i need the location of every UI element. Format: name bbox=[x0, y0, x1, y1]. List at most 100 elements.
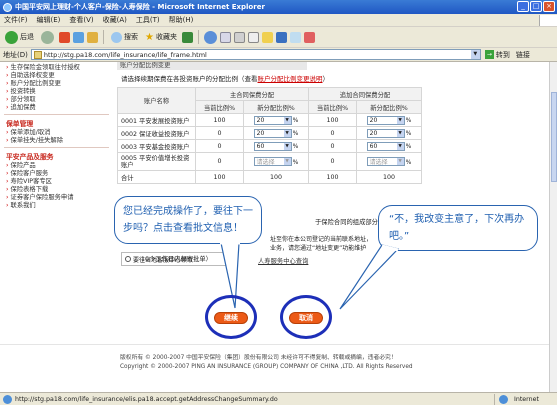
stop-icon[interactable] bbox=[59, 31, 70, 43]
main-current-ratio: 100 bbox=[195, 113, 244, 127]
intro-close: ） bbox=[322, 75, 330, 83]
sidebar-item[interactable]: 保单添加/取消 bbox=[0, 129, 113, 137]
mail-icon[interactable] bbox=[219, 31, 231, 43]
sidebar-divider bbox=[4, 114, 109, 115]
print-icon[interactable] bbox=[233, 31, 245, 43]
page-icon bbox=[33, 50, 42, 59]
home-icon[interactable] bbox=[87, 31, 98, 43]
menu-edit[interactable]: 编辑(E) bbox=[37, 15, 61, 25]
menu-bar: 文件(F) 编辑(E) 查看(V) 收藏(A) 工具(T) 帮助(H) bbox=[0, 14, 557, 27]
sidebar-item[interactable]: 保险产品 bbox=[0, 162, 113, 170]
forward-arrow-icon bbox=[41, 30, 54, 44]
close-icon[interactable]: × bbox=[543, 1, 555, 12]
continue-button[interactable]: 继续 bbox=[214, 312, 248, 324]
total-additional-new: 100 bbox=[355, 170, 423, 184]
additional-new-ratio-select[interactable]: 20 ▼ bbox=[366, 128, 405, 138]
sidebar-item[interactable]: 证券客户保险服务申请 bbox=[0, 194, 113, 202]
globe-icon bbox=[3, 394, 12, 404]
sidebar-item[interactable]: 寿险VIP客专区 bbox=[0, 178, 113, 186]
main-new-ratio-select[interactable]: 20 ▼ bbox=[253, 128, 292, 138]
refresh-icon[interactable] bbox=[73, 31, 84, 43]
left-callout-bubble: 您已经完成操作了，要往下一步吗？点击查看批文信息！ bbox=[114, 196, 262, 244]
go-button[interactable]: → 转到 bbox=[484, 50, 510, 60]
favorites-button[interactable]: ★ 收藏夹 bbox=[143, 32, 179, 43]
sidebar: 生存保险金领取往付授权 自助选择权变更 账户分配比例变更 投资转换 部分领取 追… bbox=[0, 62, 113, 324]
chevron-down-icon: ▼ bbox=[283, 158, 291, 165]
additional-new-ratio-select[interactable]: 请选择 ▼ bbox=[366, 157, 405, 166]
account-name: 0005 平安价值增长投资账户 bbox=[117, 152, 196, 171]
folder-icon[interactable] bbox=[261, 31, 273, 43]
address-input[interactable]: http://stg.pa18.com/life_insurance/life_… bbox=[30, 49, 481, 60]
intro-line: 请选择续期保费在各投资账户的分配比例（查看账户分配比例变更说明） bbox=[121, 73, 329, 83]
table-row: 0002 保证收益投资账户 0 20 ▼% 0 20 ▼% bbox=[117, 126, 423, 140]
vertical-scrollbar[interactable] bbox=[549, 62, 557, 392]
footer-copyright-en: Copyright © 2000-2007 PING AN INSURANCE … bbox=[120, 364, 413, 370]
search-button[interactable]: 搜索 bbox=[109, 31, 140, 43]
messenger-icon[interactable] bbox=[275, 31, 287, 43]
total-main-current: 100 bbox=[195, 170, 244, 184]
windows-logo-icon bbox=[539, 14, 557, 26]
address-label: 地址(D) bbox=[3, 50, 28, 59]
section-title: 账户分配比例变更 bbox=[117, 62, 307, 70]
forward-button[interactable] bbox=[39, 30, 56, 44]
column-header-current: 当前比例% bbox=[195, 100, 244, 114]
menu-favorites[interactable]: 收藏(A) bbox=[103, 15, 127, 25]
toolbar-divider-2 bbox=[197, 30, 199, 44]
sidebar-item[interactable]: 投资转换 bbox=[0, 88, 113, 96]
edit-icon[interactable] bbox=[247, 31, 259, 43]
sidebar-item[interactable]: 部分领取 bbox=[0, 96, 113, 104]
column-header-current: 当前比例% bbox=[307, 100, 357, 114]
addon-icon[interactable] bbox=[303, 31, 315, 43]
address-dropdown-icon[interactable]: ▼ bbox=[470, 50, 480, 59]
radio-icon[interactable] bbox=[125, 256, 131, 262]
sidebar-item[interactable]: 保险客户服务 bbox=[0, 170, 113, 178]
links-label[interactable]: 链接 bbox=[516, 50, 530, 60]
sidebar-item[interactable]: 保单挂失/挂失解除 bbox=[0, 137, 113, 145]
sidebar-item[interactable]: 自助选择权变更 bbox=[0, 72, 113, 80]
main-current-ratio: 0 bbox=[195, 139, 244, 153]
internet-zone-icon bbox=[498, 394, 508, 404]
right-callout-tail bbox=[339, 244, 400, 310]
chevron-down-icon: ▼ bbox=[396, 129, 404, 137]
total-additional-current: 100 bbox=[307, 170, 357, 184]
table-row: 0003 平安基金投资账户 0 60 ▼% 0 60 ▼% bbox=[117, 139, 423, 153]
sidebar-group-title: 保单管理 bbox=[6, 120, 34, 128]
main-new-ratio-select[interactable]: 请选择 ▼ bbox=[253, 157, 292, 166]
additional-new-ratio-select[interactable]: 20 ▼ bbox=[366, 115, 405, 125]
chevron-down-icon: ▼ bbox=[396, 142, 404, 150]
main-current-ratio: 0 bbox=[195, 152, 244, 171]
title-bar: 中国平安网上理财-个人客户-保险-人寿保险 - Microsoft Intern… bbox=[0, 0, 557, 14]
additional-new-ratio-select[interactable]: 60 ▼ bbox=[366, 141, 405, 151]
sidebar-divider bbox=[4, 147, 109, 148]
account-name: 0003 平安基金投资账户 bbox=[117, 139, 196, 153]
window-title: 中国平安网上理财-个人客户-保险-人寿保险 - Microsoft Intern… bbox=[15, 3, 265, 11]
menu-help[interactable]: 帮助(H) bbox=[169, 15, 194, 25]
main-new-ratio-select[interactable]: 20 ▼ bbox=[253, 115, 292, 125]
menu-tools[interactable]: 工具(T) bbox=[136, 15, 160, 25]
sidebar-item[interactable]: 保险表格下载 bbox=[0, 186, 113, 194]
back-button[interactable]: 后退 bbox=[3, 30, 36, 44]
explanation-link[interactable]: 账户分配比例变更说明 bbox=[258, 75, 323, 83]
cancel-button[interactable]: 取消 bbox=[289, 312, 323, 324]
media-icon[interactable] bbox=[181, 31, 193, 43]
main-new-ratio-select[interactable]: 60 ▼ bbox=[253, 141, 292, 151]
maximize-icon[interactable]: □ bbox=[530, 1, 542, 12]
service-center-link[interactable]: 人寿服务中心查询 bbox=[258, 256, 308, 265]
sidebar-group-title: 平安产品及服务 bbox=[6, 153, 54, 161]
column-group-main: 主合同保费分配 bbox=[195, 87, 309, 101]
chevron-down-icon: ▼ bbox=[396, 116, 404, 124]
additional-current-ratio: 0 bbox=[307, 139, 357, 153]
research-icon[interactable] bbox=[289, 31, 301, 43]
menu-view[interactable]: 查看(V) bbox=[69, 15, 93, 25]
scrollbar-thumb[interactable] bbox=[551, 92, 557, 182]
sidebar-item[interactable]: 追加保费 bbox=[0, 104, 113, 112]
right-callout-bubble: “不，我改变主意了，下次再办吧。” bbox=[378, 205, 538, 251]
history-icon[interactable] bbox=[203, 30, 217, 44]
minimize-icon[interactable]: _ bbox=[517, 1, 529, 12]
sidebar-item[interactable]: 账户分配比例变更 bbox=[0, 80, 113, 88]
sidebar-item[interactable]: 联系我们 bbox=[0, 202, 113, 210]
sidebar-item[interactable]: 生存保险金领取往付授权 bbox=[0, 64, 113, 72]
search-icon bbox=[111, 31, 122, 43]
toolbar: 后退 搜索 ★ 收藏夹 bbox=[0, 27, 557, 48]
menu-file[interactable]: 文件(F) bbox=[4, 15, 28, 25]
